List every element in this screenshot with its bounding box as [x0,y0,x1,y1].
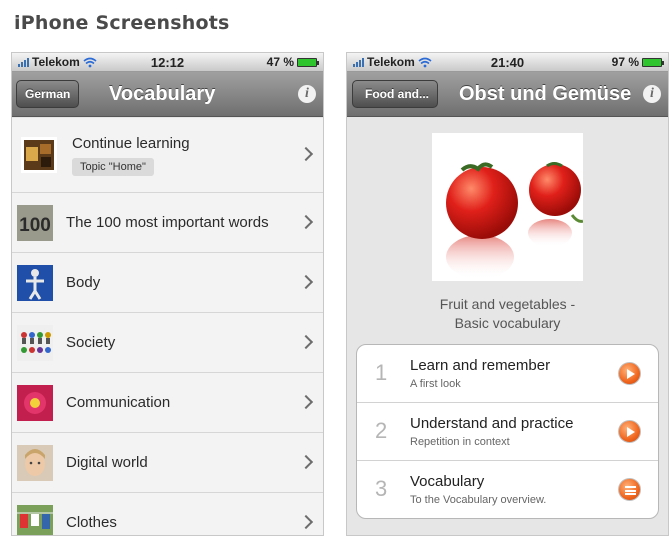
nav-bar: German Vocabulary i [12,72,323,117]
chevron-right-icon [298,454,314,469]
status-bar: Telekom 21:40 97 % [347,53,668,72]
item-label: Body [66,274,101,291]
svg-text:100: 100 [19,215,51,236]
chevron-right-icon [298,334,314,349]
list-item-communication[interactable]: Communication [12,373,323,433]
step-row-learn[interactable]: 1 Learn and remember A first look [357,345,658,403]
step-subtitle: Repetition in context [410,436,510,448]
step-row-vocabulary[interactable]: 3 Vocabulary To the Vocabulary overview. [357,461,658,518]
battery-percent: 47 % [266,55,294,69]
topic-caption-line2: Basic vocabulary [454,315,561,331]
page-title: iPhone Screenshots [14,12,230,34]
step-number: 1 [375,360,388,385]
carrier-name: Telekom [32,55,80,69]
chevron-right-icon [298,514,314,529]
status-bar: Telekom 12:12 47 % [12,53,323,72]
list-item-100-words[interactable]: 100 The 100 most important words [12,193,323,253]
clothes-line-icon [17,504,53,535]
item-label: Digital world [66,454,148,471]
signal-icon [353,57,364,67]
item-label: Communication [66,394,171,411]
topic-caption-line1: Fruit and vegetables - [439,296,576,312]
body-statue-icon [17,264,53,301]
wifi-icon [83,57,97,67]
back-button-food[interactable]: Food and... [352,80,438,108]
back-button-german[interactable]: German [16,80,80,108]
list-icon[interactable] [618,478,641,501]
topic-badge: Topic "Home" [72,157,154,176]
list-item-digital-world[interactable]: Digital world [12,433,323,493]
play-icon[interactable] [618,362,641,385]
nav-title: Obst und Gemüse [459,82,632,105]
home-photo-icon [21,137,57,173]
phone-topic-screen: Telekom 21:40 97 % Food and... Obst und … [346,52,669,536]
battery-percent: 97 % [611,55,639,69]
battery-icon [642,57,664,67]
step-list: 1 Learn and remember A first look 2 Unde… [356,344,659,519]
nav-bar: Food and... Obst und Gemüse i [347,72,668,117]
child-face-icon [17,444,53,481]
list-item-continue-learning[interactable]: Continue learning Topic "Home" [12,118,323,193]
phone-vocabulary-screen: Telekom 12:12 47 % German Vocabulary i C… [11,52,324,536]
nav-title: Vocabulary [109,82,216,105]
people-figures-icon [17,324,53,361]
list-item-body[interactable]: Body [12,253,323,313]
info-icon[interactable]: i [643,85,661,103]
step-row-practice[interactable]: 2 Understand and practice Repetition in … [357,403,658,461]
info-icon[interactable]: i [298,85,316,103]
chevron-right-icon [298,214,314,229]
step-title: Vocabulary [410,473,485,490]
item-label: The 100 most important words [66,214,269,231]
carrier-name: Telekom [367,55,415,69]
item-label: Continue learning [72,134,190,152]
battery-icon [297,57,319,67]
list-item-society[interactable]: Society [12,313,323,373]
chevron-right-icon [298,394,314,409]
item-label: Clothes [66,514,117,531]
step-number: 3 [375,476,388,501]
wifi-icon [418,57,432,67]
play-icon[interactable] [618,420,641,443]
tomato-image [446,162,583,279]
step-title: Understand and practice [410,415,574,432]
step-title: Learn and remember [410,357,551,374]
chevron-right-icon [298,146,314,162]
step-subtitle: To the Vocabulary overview. [410,494,547,506]
topic-photo-tomatoes [432,133,583,281]
step-number: 2 [375,418,388,443]
list-item-clothes[interactable]: Clothes [12,493,323,535]
item-label: Society [66,334,116,351]
step-subtitle: A first look [410,378,461,390]
flower-icon [17,384,53,421]
chevron-right-icon [298,274,314,289]
number-100-icon: 100 [17,204,53,241]
signal-icon [18,57,29,67]
